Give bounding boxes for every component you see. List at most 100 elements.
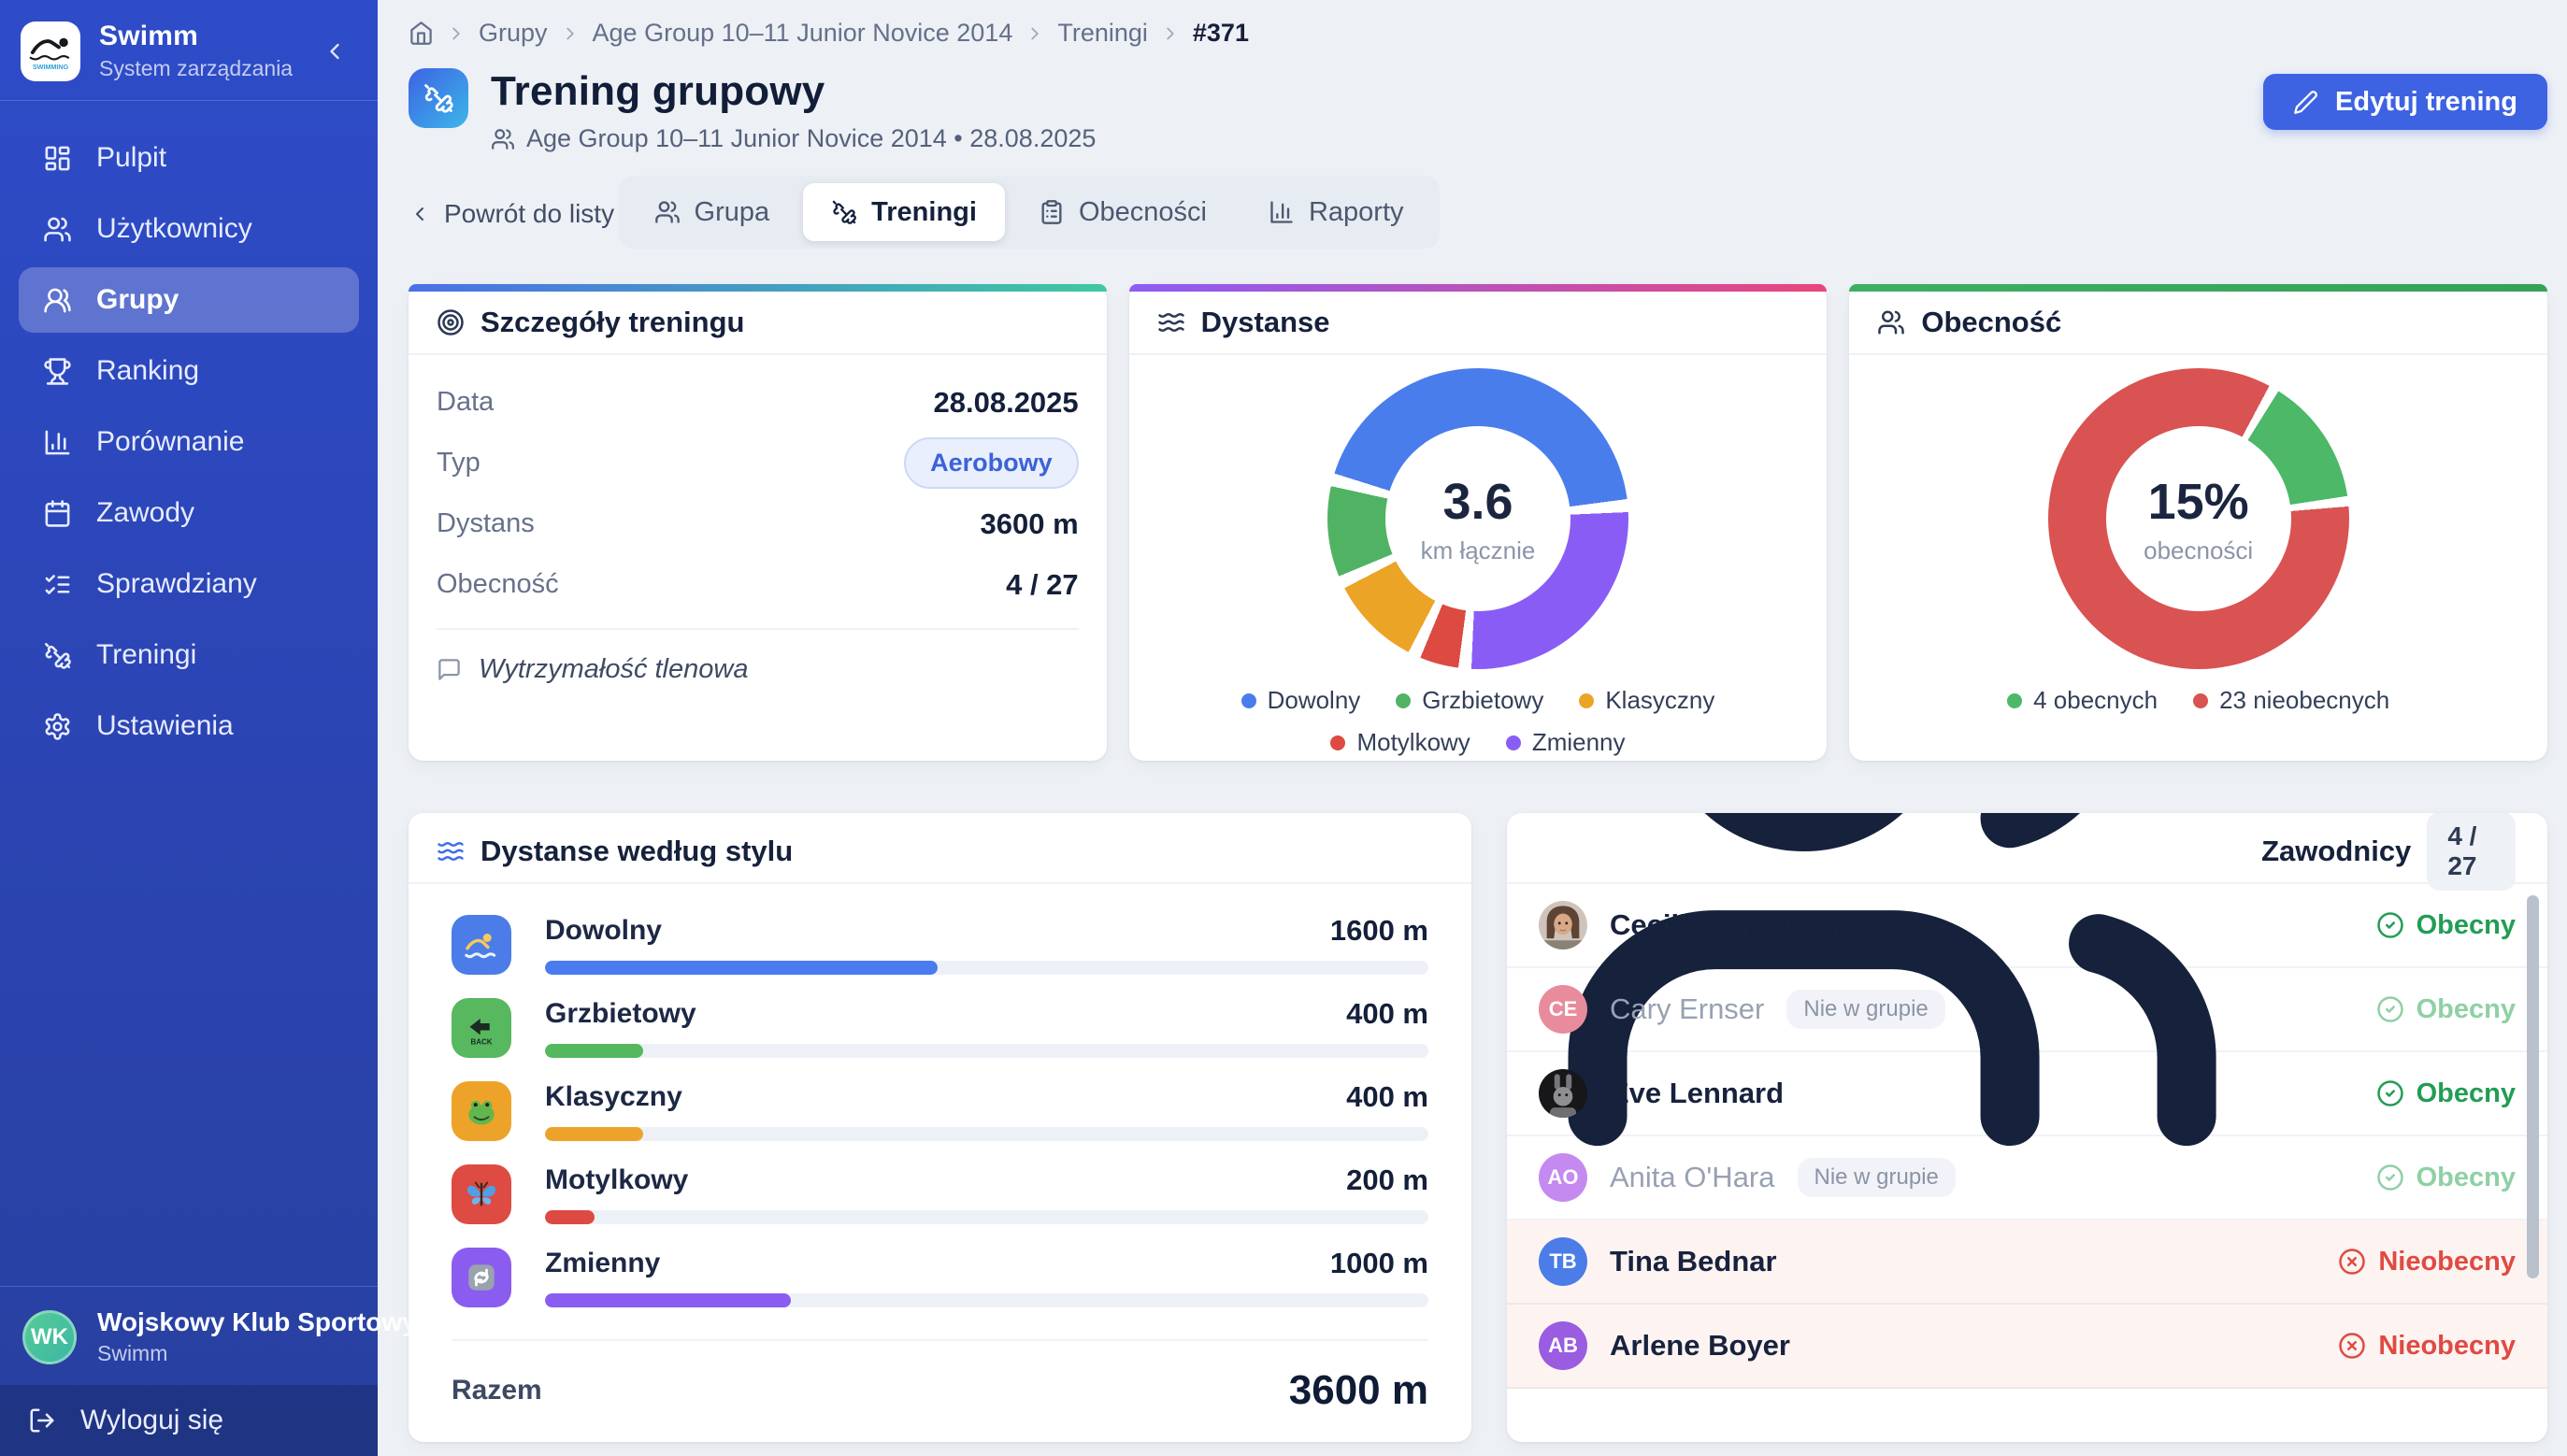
- tab-label: Treningi: [871, 197, 977, 228]
- sidebar-item-treningi[interactable]: Treningi: [19, 622, 359, 688]
- not-in-group-tag: Nie w grupie: [1798, 1158, 1956, 1197]
- legend-item-absent: 23 nieobecnych: [2193, 686, 2389, 715]
- detail-label: Dystans: [437, 508, 535, 539]
- players-scrollbar[interactable]: [2527, 895, 2539, 1278]
- back-to-list-link[interactable]: Powrót do listy: [409, 199, 614, 229]
- check-circle-icon: [2376, 995, 2404, 1023]
- style-progress-track: [545, 961, 1428, 975]
- player-name: Tina Bednar: [1610, 1245, 1777, 1278]
- chevron-left-icon: [409, 203, 431, 225]
- page-subtitle-text: Age Group 10–11 Junior Novice 2014 • 28.…: [526, 124, 1096, 153]
- style-progress-fill: [545, 1293, 791, 1307]
- legend-item-klasyczny: Klasyczny: [1579, 686, 1714, 715]
- tab-treningi[interactable]: Treningi: [803, 183, 1005, 241]
- breaststroke-frog-icon: [452, 1081, 511, 1141]
- player-initials-avatar: TB: [1539, 1237, 1587, 1286]
- style-name: Klasyczny: [545, 1081, 682, 1113]
- style-row-dowolny: Dowolny 1600 m: [452, 914, 1428, 975]
- main-content: Grupy Age Group 10–11 Junior Novice 2014…: [378, 0, 2567, 1456]
- waves-icon: [1157, 308, 1185, 336]
- distance-donut-chart: 3.6 km łącznie: [1327, 368, 1628, 669]
- dumbbell-icon: [43, 641, 72, 670]
- detail-value: 28.08.2025: [934, 386, 1079, 420]
- players-card: Zawodnicy 4 / 27 Cecilia Armstrong Obecn…: [1507, 813, 2547, 1442]
- users-icon: [491, 127, 515, 151]
- tab-obecnosci[interactable]: Obecności: [1011, 183, 1235, 241]
- style-value: 400 m: [1346, 1080, 1428, 1114]
- training-details-card: Szczegóły treningu Data 28.08.2025 Typ A…: [409, 284, 1107, 761]
- sidebar-nav: Pulpit Użytkownicy Grupy Ranking Porówna…: [0, 101, 378, 774]
- players-count-badge: 4 / 27: [2427, 813, 2516, 891]
- check-circle-icon: [2376, 911, 2404, 939]
- training-icon-tile: [409, 68, 468, 128]
- chevron-right-icon: [1160, 23, 1181, 44]
- breadcrumb-treningi[interactable]: Treningi: [1057, 19, 1148, 48]
- tab-label: Obecności: [1079, 197, 1207, 228]
- attendance-percent-label: obecności: [2144, 536, 2253, 565]
- not-in-group-tag: Nie w grupie: [1786, 990, 1944, 1029]
- sidebar-item-sprawdziany[interactable]: Sprawdziany: [19, 551, 359, 617]
- brand-header: SWIMMING Swimm System zarządzania: [0, 0, 378, 100]
- butterfly-icon: [452, 1164, 511, 1224]
- sidebar-item-label: Grupy: [96, 284, 179, 316]
- style-name: Dowolny: [545, 915, 662, 947]
- style-progress-fill: [545, 1127, 643, 1141]
- player-status-present: Obecny: [2376, 1163, 2516, 1193]
- player-photo-avatar: [1539, 901, 1587, 949]
- tab-label: Raporty: [1309, 197, 1404, 228]
- legend-dot: [1579, 693, 1594, 708]
- attendance-card-title: Obecność: [1921, 306, 2061, 339]
- sidebar-item-label: Porównanie: [96, 426, 244, 458]
- edit-training-button[interactable]: Edytuj trening: [2263, 74, 2547, 130]
- comment-icon: [437, 657, 462, 682]
- sidebar-collapse-button[interactable]: [314, 31, 355, 72]
- sidebar-item-label: Zawody: [96, 497, 194, 529]
- style-row-zmienny: Zmienny 1000 m: [452, 1247, 1428, 1307]
- x-circle-icon: [2338, 1248, 2366, 1276]
- sidebar-item-label: Ustawienia: [96, 710, 234, 742]
- style-distances-title: Dystanse według stylu: [480, 835, 793, 868]
- sidebar-item-label: Użytkownicy: [96, 213, 252, 245]
- trophy-icon: [43, 357, 72, 386]
- sidebar-item-label: Ranking: [96, 355, 199, 387]
- legend-item-dowolny: Dowolny: [1241, 686, 1361, 715]
- player-status-absent: Nieobecny: [2338, 1331, 2516, 1362]
- player-row-tina[interactable]: TB Tina Bednar Nieobecny: [1507, 1220, 2547, 1305]
- stats-cards-row: Szczegóły treningu Data 28.08.2025 Typ A…: [409, 284, 2547, 761]
- player-photo-avatar: [1539, 1069, 1587, 1118]
- style-progress-track: [545, 1210, 1428, 1224]
- detail-label: Data: [437, 387, 494, 418]
- pencil-icon: [2293, 90, 2318, 115]
- tab-grupa[interactable]: Grupa: [626, 183, 798, 241]
- chevron-right-icon: [1025, 23, 1045, 44]
- breadcrumb-grupy[interactable]: Grupy: [479, 19, 548, 48]
- tab-raporty[interactable]: Raporty: [1240, 183, 1432, 241]
- page-header: Trening grupowy Age Group 10–11 Junior N…: [409, 68, 2547, 153]
- player-status-present: Obecny: [2376, 994, 2516, 1025]
- style-progress-track: [545, 1127, 1428, 1141]
- breadcrumb-group-name[interactable]: Age Group 10–11 Junior Novice 2014: [593, 19, 1013, 48]
- total-label: Razem: [452, 1375, 542, 1406]
- sidebar-item-pulpit[interactable]: Pulpit: [19, 125, 359, 191]
- style-progress-fill: [545, 1210, 595, 1224]
- sidebar-item-uzytkownicy[interactable]: Użytkownicy: [19, 196, 359, 262]
- distances-card-title: Dystanse: [1201, 306, 1330, 339]
- edit-training-label: Edytuj trening: [2335, 87, 2517, 118]
- player-status-present: Obecny: [2376, 910, 2516, 941]
- detail-value: 3600 m: [981, 507, 1079, 541]
- sidebar-item-ustawienia[interactable]: Ustawienia: [19, 693, 359, 759]
- detail-row-typ: Typ Aerobowy: [437, 433, 1079, 493]
- sidebar-item-zawody[interactable]: Zawody: [19, 480, 359, 546]
- total-km-value: 3.6: [1442, 473, 1513, 531]
- users-icon: [654, 199, 681, 225]
- waves-icon: [437, 837, 465, 865]
- chevron-right-icon: [560, 23, 581, 44]
- home-icon[interactable]: [409, 21, 434, 46]
- sidebar-item-grupy[interactable]: Grupy: [19, 267, 359, 333]
- sidebar-item-porownanie[interactable]: Porównanie: [19, 409, 359, 475]
- style-row-klasyczny: Klasyczny 400 m: [452, 1080, 1428, 1141]
- club-account-row[interactable]: WK Wojskowy Klub Sportowy ... Swimm: [0, 1287, 378, 1385]
- sidebar-item-ranking[interactable]: Ranking: [19, 338, 359, 404]
- logout-button[interactable]: Wyloguj się: [0, 1385, 378, 1456]
- player-row-arlene[interactable]: AB Arlene Boyer Nieobecny: [1507, 1305, 2547, 1389]
